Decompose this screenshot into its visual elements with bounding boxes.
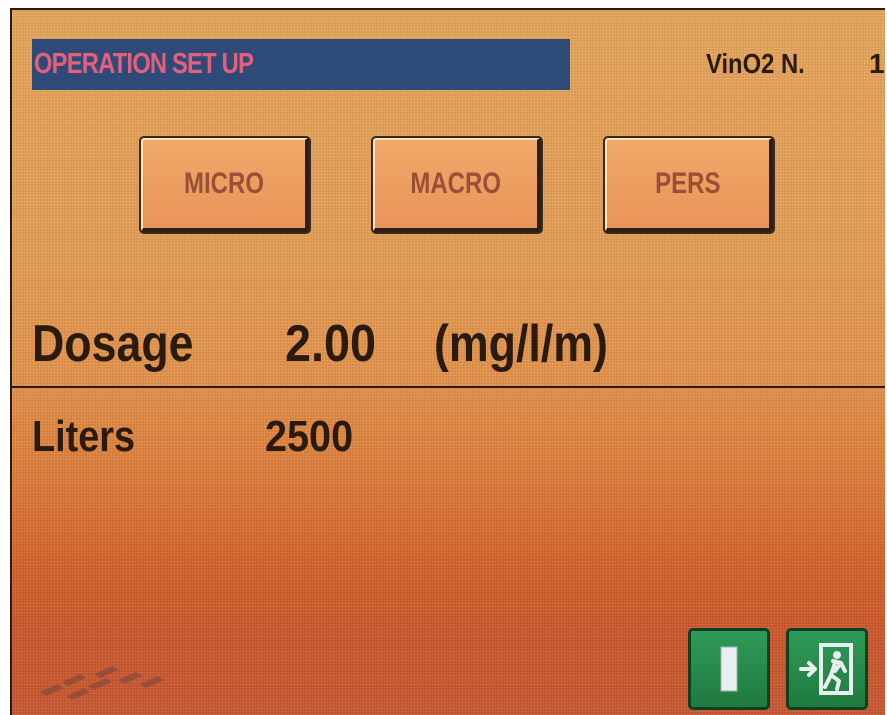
info-bar-icon xyxy=(720,646,738,692)
device-label: VinO2 N. xyxy=(706,48,805,79)
dosage-unit: (mg/l/m) xyxy=(434,315,608,373)
page-title: OPERATION SET UP xyxy=(34,48,254,80)
micro-button[interactable]: MICRO xyxy=(139,136,311,234)
divider xyxy=(12,386,885,388)
dosage-label: Dosage xyxy=(32,315,194,373)
pers-button[interactable]: PERS xyxy=(603,136,775,234)
macro-button[interactable]: MACRO xyxy=(371,136,543,234)
hmi-screen: OPERATION SET UP VinO2 N. 1 MICRO MACRO … xyxy=(10,8,885,715)
brand-logo-icon xyxy=(40,666,164,700)
exit-button[interactable] xyxy=(786,628,868,710)
liters-label: Liters xyxy=(32,412,136,461)
dosage-value[interactable]: 2.00 xyxy=(285,314,376,374)
micro-button-label: MICRO xyxy=(184,167,264,200)
exit-door-icon xyxy=(799,643,853,695)
pers-button-label: PERS xyxy=(655,167,721,200)
info-button[interactable] xyxy=(688,628,770,710)
liters-value[interactable]: 2500 xyxy=(265,412,353,462)
macro-button-label: MACRO xyxy=(410,167,502,200)
page-title-bar: OPERATION SET UP xyxy=(32,39,570,90)
device-number: 1 xyxy=(869,48,885,79)
